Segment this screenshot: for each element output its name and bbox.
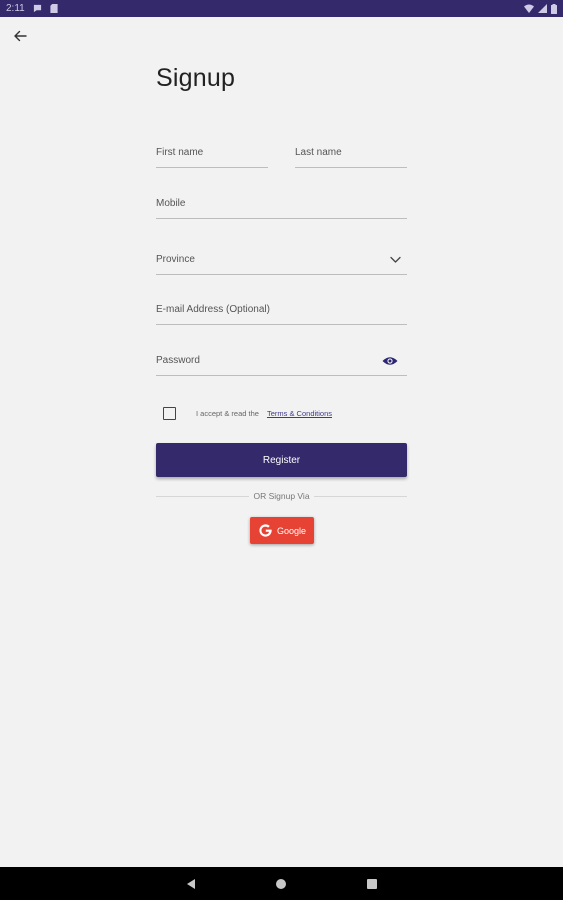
signal-icon [538,4,547,13]
divider-text: OR Signup Via [253,491,310,501]
or-divider: OR Signup Via [156,489,408,503]
battery-icon [551,3,557,14]
divider-line-left [156,495,250,497]
mobile-field-wrapper [156,189,407,219]
first-name-field-wrapper [156,138,268,168]
email-field[interactable] [156,295,407,324]
mobile-field[interactable] [156,189,407,218]
page-title: Signup [156,64,236,92]
province-select-wrapper [156,245,407,275]
status-left: 2:11 [6,3,58,14]
navigation-bar [0,867,563,900]
google-signup-button[interactable]: Google [250,517,314,544]
register-button[interactable]: Register [156,443,407,477]
triangle-back-icon [185,878,197,890]
last-name-field-wrapper [295,138,407,168]
divider-line-right [313,495,408,497]
password-field-wrapper [156,346,407,376]
eye-icon[interactable] [382,356,398,366]
chat-icon [33,4,42,13]
google-label: Google [276,525,307,536]
terms-checkbox[interactable] [163,406,176,420]
sd-card-icon [50,4,58,13]
terms-text: I accept & read the [196,408,259,418]
status-right [524,3,557,14]
back-button[interactable] [8,26,32,50]
square-recents-icon [366,878,378,890]
nav-back-button[interactable] [182,875,200,893]
arrow-left-icon [13,29,27,48]
password-field[interactable] [156,346,407,375]
terms-row: I accept & read the Terms & Conditions [163,404,407,422]
nav-recents-button[interactable] [363,875,381,893]
circle-home-icon [275,878,287,890]
first-name-field[interactable] [156,138,268,167]
status-time: 2:11 [6,3,25,14]
nav-home-button[interactable] [272,875,290,893]
last-name-field[interactable] [295,138,407,167]
status-bar: 2:11 [0,0,563,17]
province-select[interactable] [156,245,407,274]
terms-link[interactable]: Terms & Conditions [267,409,332,418]
chevron-down-icon[interactable] [390,256,401,263]
google-g-icon [258,523,273,538]
wifi-icon [524,4,534,13]
email-field-wrapper [156,295,407,325]
